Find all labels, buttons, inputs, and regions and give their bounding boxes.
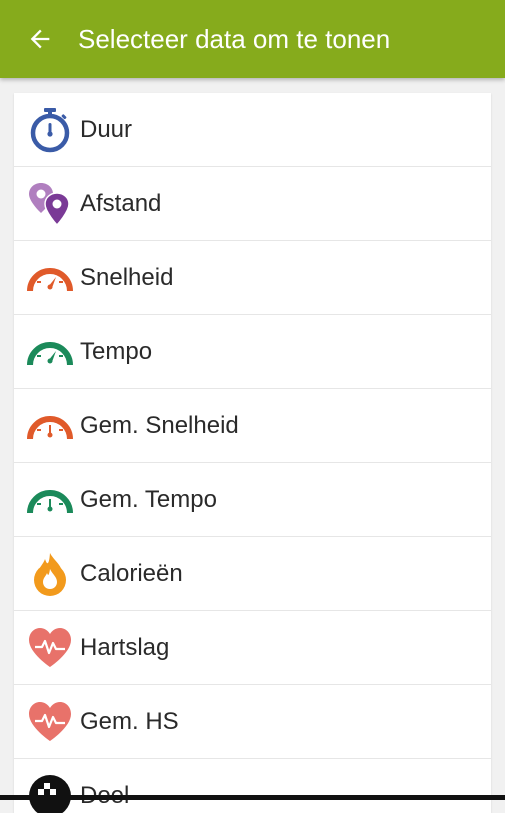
speedometer-icon bbox=[26, 402, 74, 450]
list-item-label: Afstand bbox=[80, 190, 161, 218]
list-item-hartslag[interactable]: Hartslag bbox=[14, 611, 491, 685]
list-item-calorieen[interactable]: Calorieën bbox=[14, 537, 491, 611]
target-flag-icon bbox=[26, 772, 74, 813]
speedometer-icon bbox=[26, 476, 74, 524]
bottom-edge bbox=[0, 795, 505, 800]
arrow-left-icon bbox=[26, 25, 54, 53]
list-item-duur[interactable]: Duur bbox=[14, 93, 491, 167]
list-item-snelheid[interactable]: Snelheid bbox=[14, 241, 491, 315]
list-item-label: Tempo bbox=[80, 338, 152, 366]
list-item-label: Snelheid bbox=[80, 264, 173, 292]
stopwatch-icon bbox=[26, 106, 74, 154]
speedometer-icon bbox=[26, 328, 74, 376]
list-item-gem-tempo[interactable]: Gem. Tempo bbox=[14, 463, 491, 537]
list-item-doel[interactable]: Doel bbox=[14, 759, 491, 813]
list-item-label: Duur bbox=[80, 116, 132, 144]
page-title: Selecteer data om te tonen bbox=[78, 24, 390, 55]
list-item-label: Hartslag bbox=[80, 634, 169, 662]
list-item-tempo[interactable]: Tempo bbox=[14, 315, 491, 389]
app-bar: Selecteer data om te tonen bbox=[0, 0, 505, 78]
speedometer-icon bbox=[26, 254, 74, 302]
list-item-gem-snelheid[interactable]: Gem. Snelheid bbox=[14, 389, 491, 463]
list-item-gem-hs[interactable]: Gem. HS bbox=[14, 685, 491, 759]
flame-icon bbox=[26, 550, 74, 598]
heart-pulse-icon bbox=[26, 624, 74, 672]
list-item-label: Gem. Snelheid bbox=[80, 412, 239, 440]
location-pins-icon bbox=[26, 180, 74, 228]
list-item-label: Gem. HS bbox=[80, 708, 179, 736]
list-item-label: Calorieën bbox=[80, 560, 183, 588]
back-button[interactable] bbox=[10, 9, 70, 69]
data-options-list: Duur Afstand Sne bbox=[14, 93, 491, 813]
heart-pulse-icon bbox=[26, 698, 74, 746]
list-item-afstand[interactable]: Afstand bbox=[14, 167, 491, 241]
list-item-label: Gem. Tempo bbox=[80, 486, 217, 514]
